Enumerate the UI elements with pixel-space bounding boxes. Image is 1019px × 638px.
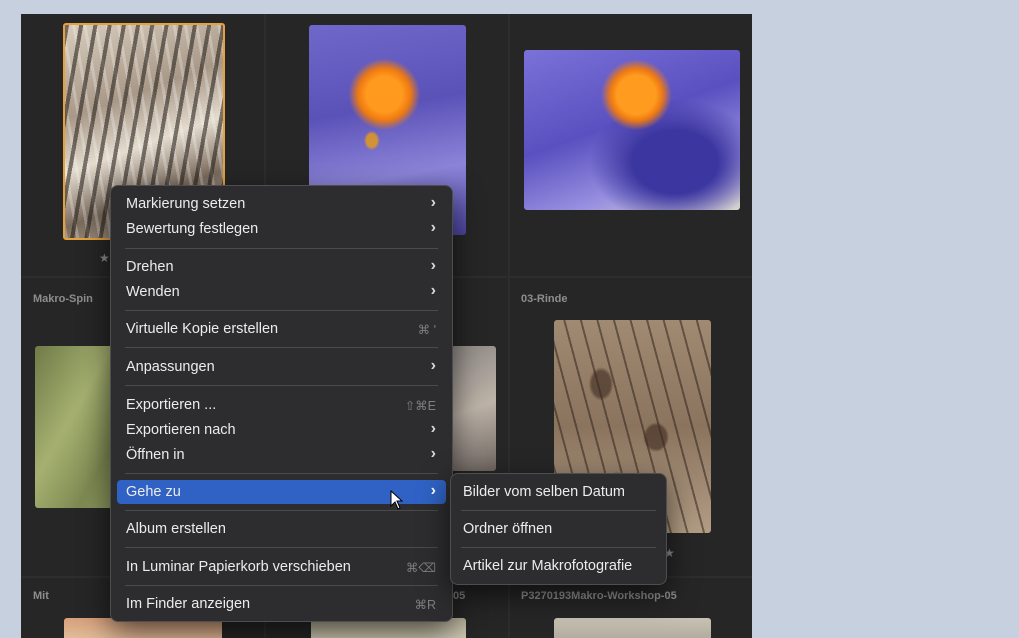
submenu-item-ordner-oeffnen[interactable]: Ordner öffnen bbox=[457, 517, 660, 541]
menu-item-exportieren-nach[interactable]: Exportieren nach › bbox=[117, 418, 446, 442]
menu-item-label: Drehen bbox=[126, 259, 174, 275]
chevron-right-icon: › bbox=[430, 282, 436, 299]
photo-caption: P3270193Makro-Workshop-05 bbox=[521, 590, 677, 602]
chevron-right-icon: › bbox=[430, 482, 436, 499]
photo-caption: Makro-Spin bbox=[33, 293, 93, 305]
rating-star-icon[interactable]: ★ bbox=[99, 251, 110, 265]
photo-caption: 03-Rinde bbox=[521, 293, 568, 305]
menu-item-album-erstellen[interactable]: Album erstellen bbox=[117, 517, 446, 541]
menu-item-im-finder-anzeigen[interactable]: Im Finder anzeigen ⌘R bbox=[117, 592, 446, 616]
chevron-right-icon: › bbox=[430, 257, 436, 274]
menu-separator bbox=[125, 510, 438, 511]
menu-item-drehen[interactable]: Drehen › bbox=[117, 255, 446, 279]
menu-item-wenden[interactable]: Wenden › bbox=[117, 280, 446, 304]
menu-separator bbox=[125, 473, 438, 474]
menu-item-label: Album erstellen bbox=[126, 521, 226, 537]
menu-separator bbox=[125, 585, 438, 586]
submenu-item-label: Artikel zur Makrofotografie bbox=[463, 558, 633, 574]
submenu-item-label: Ordner öffnen bbox=[463, 521, 553, 537]
photo-caption: 05 bbox=[453, 590, 466, 602]
menu-item-virtuelle-kopie[interactable]: Virtuelle Kopie erstellen ⌘ ' bbox=[117, 317, 446, 341]
shortcut-label: ⇧⌘E bbox=[404, 399, 436, 413]
menu-item-label: Virtuelle Kopie erstellen bbox=[126, 321, 279, 337]
gehe-zu-submenu: Bilder vom selben Datum Ordner öffnen Ar… bbox=[450, 473, 667, 585]
menu-separator bbox=[125, 248, 438, 249]
menu-item-label: Wenden bbox=[126, 284, 180, 300]
menu-item-label: Exportieren ... bbox=[126, 397, 217, 413]
chevron-right-icon: › bbox=[430, 219, 436, 236]
menu-separator bbox=[125, 347, 438, 348]
menu-item-label: Gehe zu bbox=[126, 484, 181, 500]
chevron-right-icon: › bbox=[430, 445, 436, 462]
chevron-right-icon: › bbox=[430, 194, 436, 211]
menu-item-bewertung-festlegen[interactable]: Bewertung festlegen › bbox=[117, 217, 446, 241]
mouse-pointer-icon bbox=[390, 490, 404, 510]
menu-separator bbox=[125, 310, 438, 311]
shortcut-label: ⌘ ' bbox=[417, 323, 436, 337]
chevron-right-icon: › bbox=[430, 357, 436, 374]
menu-separator bbox=[125, 385, 438, 386]
photo-thumbnail[interactable] bbox=[524, 50, 740, 210]
menu-item-papierkorb[interactable]: In Luminar Papierkorb verschieben ⌘⌫ bbox=[117, 555, 446, 579]
menu-item-oeffnen-in[interactable]: Öffnen in › bbox=[117, 443, 446, 467]
submenu-item-label: Bilder vom selben Datum bbox=[463, 484, 625, 500]
menu-item-label: Öffnen in bbox=[126, 447, 185, 463]
menu-item-label: Im Finder anzeigen bbox=[126, 596, 251, 612]
submenu-item-artikel-makrofotografie[interactable]: Artikel zur Makrofotografie bbox=[457, 554, 660, 578]
menu-separator bbox=[461, 547, 656, 548]
menu-item-label: Bewertung festlegen bbox=[126, 221, 259, 237]
menu-separator bbox=[461, 510, 656, 511]
menu-item-markierung-setzen[interactable]: Markierung setzen › bbox=[117, 192, 446, 216]
menu-item-label: Anpassungen bbox=[126, 359, 215, 375]
context-menu: Markierung setzen › Bewertung festlegen … bbox=[110, 185, 453, 622]
submenu-item-bilder-vom-selben-datum[interactable]: Bilder vom selben Datum bbox=[457, 480, 660, 504]
photo-thumbnail[interactable] bbox=[554, 618, 711, 638]
menu-item-label: Exportieren nach bbox=[126, 422, 236, 438]
photo-thumbnail[interactable] bbox=[451, 346, 496, 471]
chevron-right-icon: › bbox=[430, 420, 436, 437]
menu-item-anpassungen[interactable]: Anpassungen › bbox=[117, 355, 446, 379]
shortcut-label: ⌘⌫ bbox=[405, 561, 436, 575]
photo-caption: Mit bbox=[33, 590, 49, 602]
menu-separator bbox=[125, 547, 438, 548]
menu-item-label: Markierung setzen bbox=[126, 196, 246, 212]
menu-item-label: In Luminar Papierkorb verschieben bbox=[126, 559, 351, 575]
shortcut-label: ⌘R bbox=[414, 598, 436, 612]
menu-item-exportieren[interactable]: Exportieren ... ⇧⌘E bbox=[117, 393, 446, 417]
